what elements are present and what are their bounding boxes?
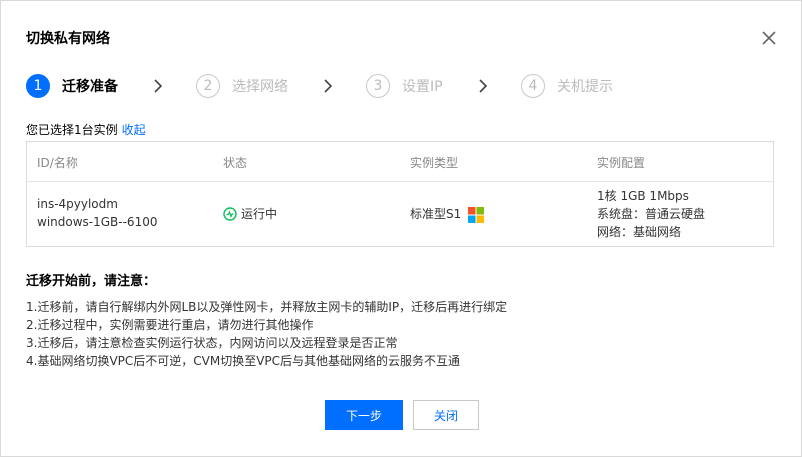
windows-logo-icon: [468, 206, 485, 223]
instance-table: ID/名称 状态 实例类型 实例配置 ins-4pyylodm windows-…: [26, 141, 774, 247]
step-number: 3: [366, 74, 390, 98]
dialog-title: 切换私有网络: [26, 31, 110, 47]
table-header: ID/名称 状态 实例类型 实例配置: [27, 142, 773, 182]
notice-item: 3.迁移后，请注意检查实例运行状态，内网访问以及远程登录是否正常: [26, 336, 398, 350]
step-number: 4: [521, 74, 545, 98]
config-spec: 1核 1GB 1Mbps: [597, 189, 689, 203]
step-4: 4 关机提示: [521, 72, 613, 100]
header-id-name: ID/名称: [37, 156, 78, 170]
instance-config-cell: 1核 1GB 1Mbps 系统盘：普通云硬盘 网络：基础网络: [597, 187, 705, 241]
status-cell: 运行中: [223, 205, 277, 223]
step-label: 迁移准备: [62, 79, 118, 95]
next-button[interactable]: 下一步: [325, 400, 403, 430]
collapse-link[interactable]: 收起: [122, 123, 146, 137]
chevron-right-icon: [154, 79, 163, 93]
header-config: 实例配置: [597, 156, 646, 170]
step-label: 设置IP: [402, 79, 443, 95]
header-type: 实例类型: [410, 156, 459, 170]
instance-id[interactable]: ins-4pyylodm: [37, 195, 157, 213]
step-1: 1 迁移准备: [26, 72, 118, 100]
table-row: ins-4pyylodm windows-1GB--6100 运行中 标准型S1: [27, 181, 773, 247]
instance-type-cell: 标准型S1: [410, 205, 485, 223]
instance-name: windows-1GB--6100: [37, 215, 158, 229]
running-status-icon: [223, 207, 237, 221]
close-icon[interactable]: [758, 27, 780, 49]
step-2: 2 选择网络: [196, 72, 288, 100]
config-disk: 系统盘：普通云硬盘: [597, 207, 706, 221]
notice-item: 1.迁移前，请自行解绑内外网LB以及弹性网卡，并释放主网卡的辅助IP，迁移后再进…: [26, 300, 508, 314]
instance-id-cell: ins-4pyylodm windows-1GB--6100: [37, 195, 157, 231]
chevron-right-icon: [479, 79, 488, 93]
step-label: 关机提示: [557, 79, 613, 95]
notice-item: 2.迁移过程中，实例需要进行重启，请勿进行其他操作: [26, 318, 314, 332]
notice-list: 1.迁移前，请自行解绑内外网LB以及弹性网卡，并释放主网卡的辅助IP，迁移后再进…: [26, 298, 507, 370]
selection-summary: 您已选择1台实例 收起: [26, 121, 146, 138]
step-number: 1: [26, 74, 50, 98]
notice-title: 迁移开始前，请注意：: [26, 274, 157, 289]
status-text: 运行中: [241, 207, 278, 221]
step-number: 2: [196, 74, 220, 98]
step-label: 选择网络: [232, 79, 288, 95]
notice-item: 4.基础网络切换VPC后不可逆，CVM切换至VPC后与其他基础网络的云服务不互通: [26, 354, 461, 368]
close-button[interactable]: 关闭: [413, 400, 479, 430]
step-3: 3 设置IP: [366, 72, 443, 100]
config-network: 网络：基础网络: [597, 225, 682, 239]
header-status: 状态: [223, 156, 248, 170]
switch-vpc-dialog: 切换私有网络 1 迁移准备 2 选择网络 3 设置IP 4 关机提示 您已选择1…: [0, 0, 802, 457]
instance-type: 标准型S1: [410, 207, 462, 221]
chevron-right-icon: [324, 79, 333, 93]
selection-text: 您已选择1台实例: [26, 123, 118, 137]
